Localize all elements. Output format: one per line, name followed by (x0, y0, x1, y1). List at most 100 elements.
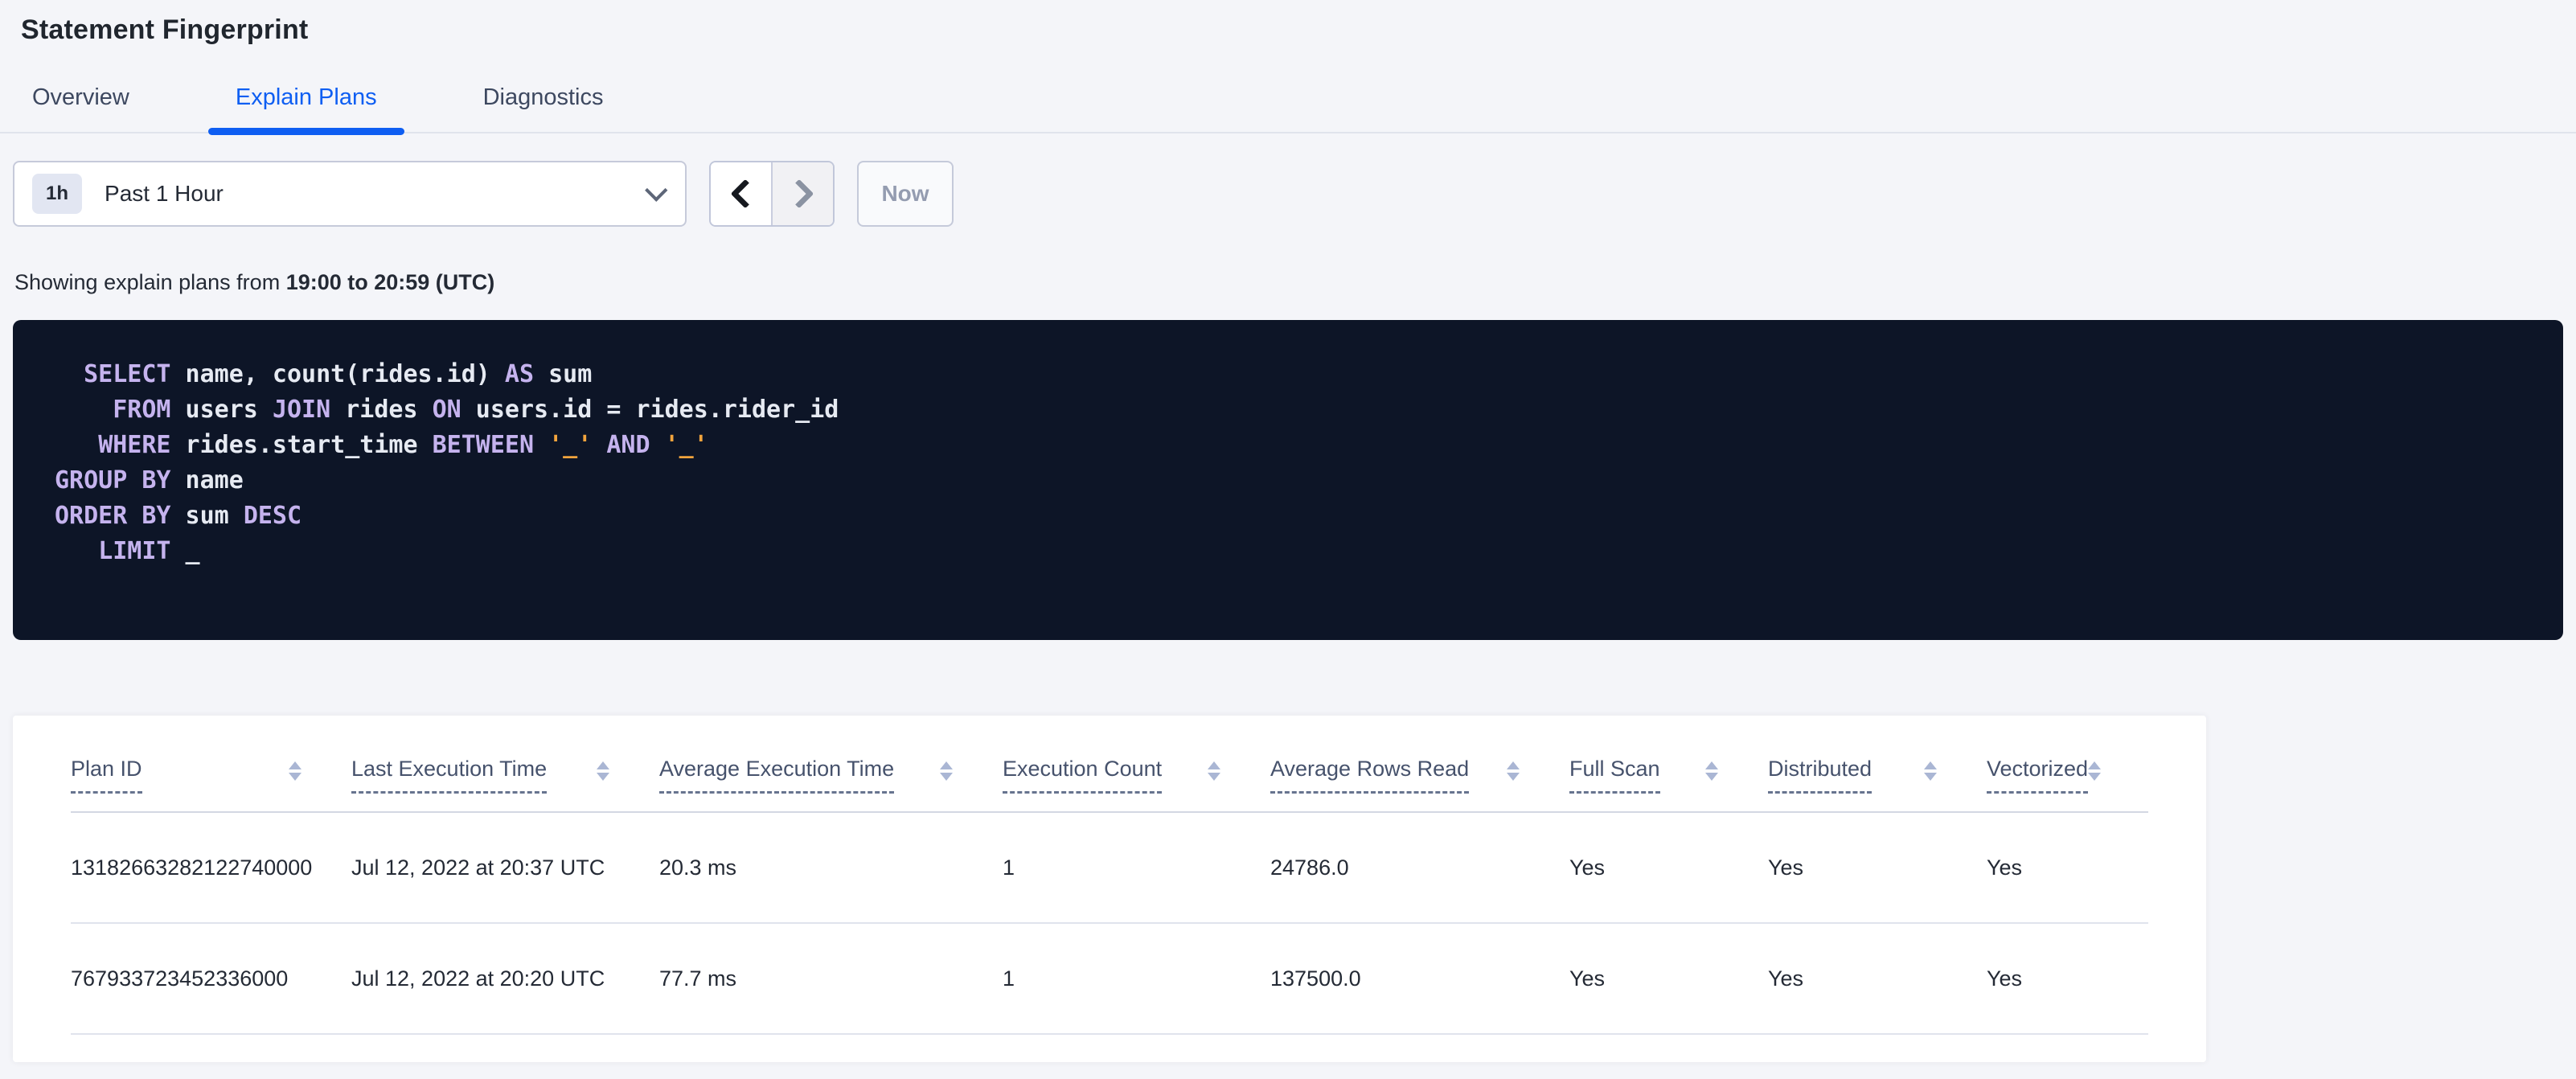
sql-segment-kw: LIMIT (98, 537, 171, 565)
sql-segment-plain: _ (170, 537, 200, 565)
table-row: 767933723452336000 Jul 12, 2022 at 20:20 … (71, 923, 2148, 1035)
time-step-group (709, 161, 835, 227)
sql-segment-plain: name (170, 466, 244, 494)
sql-segment-plain (592, 431, 606, 459)
table-row: 13182663282122740000 Jul 12, 2022 at 20:3… (71, 812, 2148, 924)
sort-icon[interactable] (1208, 761, 1220, 781)
column-label: Plan ID (71, 756, 142, 794)
cell-plan-id: 13182663282122740000 (71, 812, 351, 924)
cell-last-execution-time: Jul 12, 2022 at 20:37 UTC (351, 812, 659, 924)
sql-segment-plain (55, 396, 113, 424)
plans-table-header: Plan ID Last Execution Time Average Execut… (71, 716, 2148, 813)
sql-segment-lit: '_' (548, 431, 593, 459)
column-header-distributed[interactable]: Distributed (1768, 716, 1987, 813)
sql-segment-plain: users (170, 396, 273, 424)
cell-vectorized: Yes (1987, 923, 2148, 1035)
column-label: Execution Count (1003, 756, 1163, 794)
sql-line: FROM users JOIN rides ON users.id = ride… (55, 392, 2531, 428)
sql-segment-plain: users.id = rides.rider_id (461, 396, 839, 424)
cell-full-scan: Yes (1569, 923, 1768, 1035)
sql-segment-plain (534, 431, 548, 459)
time-toolbar: 1h Past 1 Hour Now (13, 161, 2576, 227)
sql-segment-plain (55, 431, 98, 459)
sql-segment-kw: AS (504, 360, 535, 388)
summary-prefix: Showing explain plans from (14, 270, 286, 294)
time-range-dropdown[interactable]: 1h Past 1 Hour (13, 161, 687, 227)
sort-icon[interactable] (289, 761, 301, 781)
sql-segment-kw: WHERE (98, 431, 171, 459)
page-title: Statement Fingerprint (21, 14, 309, 45)
column-label: Average Rows Read (1270, 756, 1470, 794)
sql-line: GROUP BY name (55, 463, 2531, 498)
column-label: Vectorized (1987, 756, 2089, 794)
now-button[interactable]: Now (857, 161, 954, 227)
time-range-label: Past 1 Hour (105, 181, 224, 206)
cell-distributed: Yes (1768, 923, 1987, 1035)
sql-segment-plain (55, 360, 84, 388)
column-label: Full Scan (1569, 756, 1660, 794)
sort-icon[interactable] (940, 761, 953, 781)
cell-execution-count: 1 (1003, 812, 1270, 924)
statement-sql: SELECT name, count(rides.id) AS sum FROM… (13, 320, 2563, 640)
sql-line: ORDER BY sum DESC (55, 498, 2531, 534)
sort-icon[interactable] (1924, 761, 1937, 781)
sql-segment-kw: JOIN (272, 396, 331, 424)
sql-segment-kw: AND (606, 431, 650, 459)
sort-icon[interactable] (1705, 761, 1718, 781)
cell-average-execution-time: 20.3 ms (659, 812, 1003, 924)
tab-overview[interactable]: Overview (5, 84, 157, 132)
column-header-last-execution-time[interactable]: Last Execution Time (351, 716, 659, 813)
sql-segment-plain: sum (534, 360, 593, 388)
plans-table-body: 13182663282122740000 Jul 12, 2022 at 20:3… (71, 812, 2148, 1035)
column-header-execution-count[interactable]: Execution Count (1003, 716, 1270, 813)
sql-segment-kw: ORDER BY (55, 502, 171, 530)
tab-explain-plans[interactable]: Explain Plans (207, 84, 404, 135)
column-header-average-execution-time[interactable]: Average Execution Time (659, 716, 1003, 813)
column-header-vectorized[interactable]: Vectorized (1987, 716, 2148, 813)
column-label: Distributed (1768, 756, 1873, 794)
previous-time-button[interactable] (711, 162, 771, 225)
sql-segment-plain: rides (330, 396, 433, 424)
sql-line: SELECT name, count(rides.id) AS sum (55, 357, 2531, 392)
cell-vectorized: Yes (1987, 812, 2148, 924)
column-label: Average Execution Time (659, 756, 895, 794)
sort-icon[interactable] (1507, 761, 1520, 781)
summary-text: Showing explain plans from 19:00 to 20:5… (14, 269, 2576, 296)
sql-segment-kw: FROM (113, 396, 171, 424)
cell-average-rows-read: 24786.0 (1270, 812, 1569, 924)
tab-bar: Overview Explain Plans Diagnostics (0, 84, 2576, 135)
sql-segment-kw: BETWEEN (432, 431, 535, 459)
cell-execution-count: 1 (1003, 923, 1270, 1035)
sql-segment-plain: sum (170, 502, 244, 530)
sql-segment-kw: DESC (243, 502, 302, 530)
sql-segment-plain: rides.start_time (170, 431, 433, 459)
column-header-full-scan[interactable]: Full Scan (1569, 716, 1768, 813)
sql-segment-kw: GROUP BY (55, 466, 171, 494)
cell-average-rows-read: 137500.0 (1270, 923, 1569, 1035)
cell-plan-id: 767933723452336000 (71, 923, 351, 1035)
sql-segment-kw: ON (432, 396, 461, 424)
sql-line: WHERE rides.start_time BETWEEN '_' AND '… (55, 428, 2531, 463)
sql-segment-kw: SELECT (84, 360, 171, 388)
summary-range: 19:00 to 20:59 (UTC) (285, 270, 495, 294)
chevron-left-icon (730, 178, 760, 209)
cell-last-execution-time: Jul 12, 2022 at 20:20 UTC (351, 923, 659, 1035)
sql-segment-plain (650, 431, 665, 459)
chevron-right-icon (784, 178, 814, 209)
sql-segment-plain: name, count(rides.id) (170, 360, 505, 388)
plans-table: Plan ID Last Execution Time Average Execut… (71, 716, 2148, 1035)
plans-card: Plan ID Last Execution Time Average Execut… (13, 716, 2206, 1062)
column-label: Last Execution Time (351, 756, 548, 794)
tab-diagnostics[interactable]: Diagnostics (456, 84, 631, 132)
chevron-down-icon (645, 178, 668, 202)
sort-icon[interactable] (2088, 761, 2102, 781)
next-time-button[interactable] (771, 162, 833, 225)
time-range-badge: 1h (32, 174, 83, 214)
sort-icon[interactable] (597, 761, 609, 781)
column-header-average-rows-read[interactable]: Average Rows Read (1270, 716, 1569, 813)
sql-segment-plain (55, 537, 98, 565)
sql-segment-lit: '_' (664, 431, 708, 459)
cell-distributed: Yes (1768, 812, 1987, 924)
column-header-plan-id[interactable]: Plan ID (71, 716, 351, 813)
cell-full-scan: Yes (1569, 812, 1768, 924)
